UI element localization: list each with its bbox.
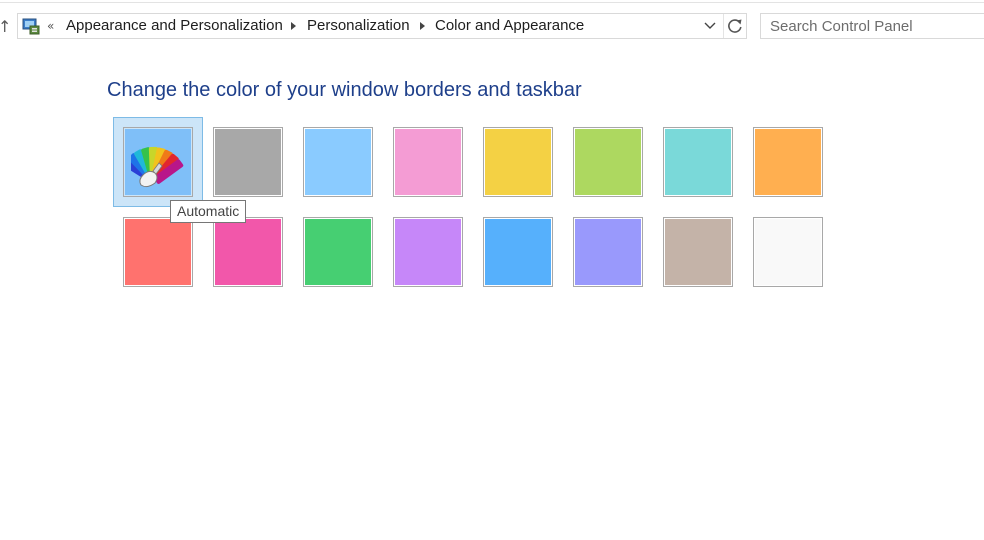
page-title: Change the color of your window borders …	[107, 79, 582, 101]
refresh-icon[interactable]	[725, 16, 745, 36]
swatch-color-9[interactable]	[123, 217, 193, 287]
chevron-down-icon[interactable]	[703, 19, 717, 33]
swatch-color-12[interactable]	[393, 217, 463, 287]
swatch-color-13[interactable]	[483, 217, 553, 287]
swatch-color-6[interactable]	[573, 127, 643, 197]
swatch-automatic[interactable]	[123, 127, 193, 197]
swatch-color-3[interactable]	[303, 127, 373, 197]
breadcrumb-color-and-appearance[interactable]: Color and Appearance	[435, 17, 584, 35]
search-input[interactable]	[761, 14, 984, 38]
swatch-color-10[interactable]	[213, 217, 283, 287]
breadcrumb-overflow-button[interactable]: «	[47, 18, 54, 34]
window-top-divider	[0, 2, 984, 3]
swatch-color-16[interactable]	[753, 217, 823, 287]
swatch-color-2[interactable]	[213, 127, 283, 197]
color-and-appearance-window: ↑ « Appearance and Personalization Perso…	[0, 0, 984, 540]
swatch-color-14[interactable]	[573, 217, 643, 287]
swatch-color-4[interactable]	[393, 127, 463, 197]
breadcrumb-personalization[interactable]: Personalization	[307, 17, 410, 35]
swatch-color-11[interactable]	[303, 217, 373, 287]
control-panel-icon	[22, 18, 40, 35]
swatch-tooltip: Automatic	[170, 200, 247, 223]
swatch-color-5[interactable]	[483, 127, 553, 197]
breadcrumb-appearance-and-personalization[interactable]: Appearance and Personalization	[66, 17, 283, 35]
color-palette-icon	[131, 146, 184, 188]
swatch-automatic-fill	[125, 129, 191, 195]
swatch-color-15[interactable]	[663, 217, 733, 287]
chevron-right-icon[interactable]	[291, 22, 296, 30]
swatch-color-7[interactable]	[663, 127, 733, 197]
search-box[interactable]	[760, 13, 984, 39]
swatch-color-8[interactable]	[753, 127, 823, 197]
chevron-right-icon[interactable]	[420, 22, 425, 30]
up-arrow-icon[interactable]: ↑	[0, 17, 11, 37]
address-bar[interactable]: « Appearance and Personalization Persona…	[17, 13, 747, 39]
address-bar-divider	[723, 14, 724, 38]
